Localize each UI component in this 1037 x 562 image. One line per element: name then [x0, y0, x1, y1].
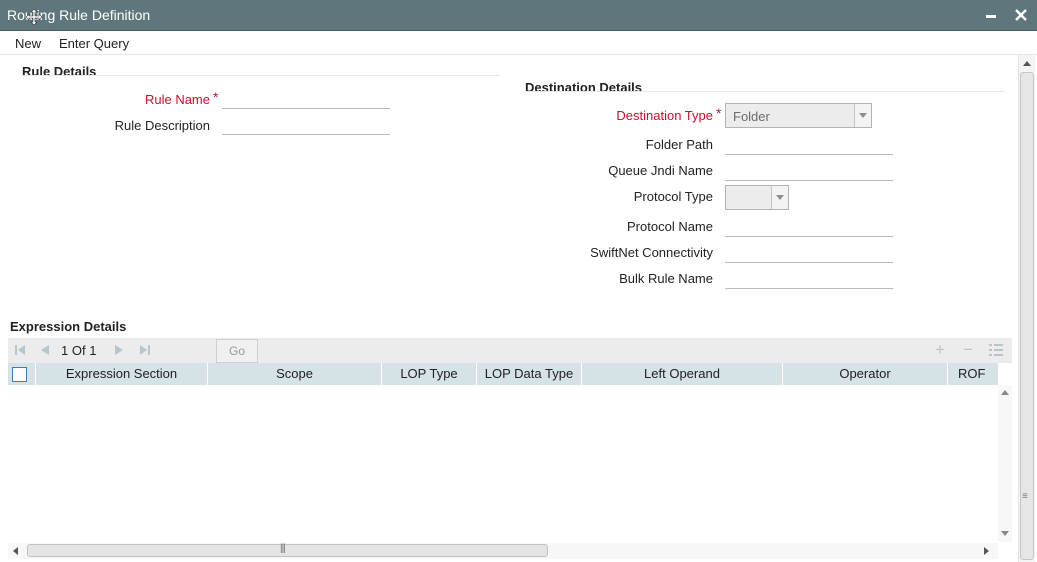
page-vertical-scrollbar[interactable]: ≡ — [1018, 55, 1035, 562]
destination-type-label: Destination Type — [616, 108, 713, 123]
new-menu-item[interactable]: New — [15, 36, 41, 51]
grid-body — [8, 385, 998, 542]
scroll-up-icon[interactable] — [1001, 389, 1009, 395]
bulk-rule-name-label: Bulk Rule Name — [619, 271, 713, 286]
column-header-rof[interactable]: ROF — [948, 363, 998, 385]
protocol-name-input[interactable] — [725, 218, 893, 237]
queue-jndi-name-input[interactable] — [725, 162, 893, 181]
folder-path-label: Folder Path — [645, 137, 713, 152]
add-row-icon[interactable]: + — [932, 341, 948, 358]
swiftnet-connectivity-label: SwiftNet Connectivity — [590, 245, 713, 260]
queue-jndi-name-label: Queue Jndi Name — [608, 163, 713, 178]
menu-bar: New Enter Query — [0, 31, 1037, 55]
rule-name-input[interactable] — [222, 90, 390, 109]
first-page-icon[interactable] — [13, 343, 27, 357]
rule-name-label: Rule Name — [144, 92, 210, 107]
go-button[interactable]: Go — [216, 339, 258, 363]
folder-path-input[interactable] — [725, 136, 893, 155]
column-header-operator[interactable]: Operator — [783, 363, 948, 385]
scroll-left-icon[interactable] — [12, 547, 18, 555]
close-icon[interactable] — [1013, 6, 1029, 24]
rule-name-required-marker: * — [213, 89, 219, 105]
scroll-grip: ≡ — [1022, 491, 1028, 502]
delete-row-icon[interactable]: − — [960, 341, 976, 358]
bulk-rule-name-input[interactable] — [725, 270, 893, 289]
scroll-right-icon[interactable] — [984, 547, 990, 555]
previous-page-icon[interactable] — [38, 343, 52, 357]
minimize-icon[interactable] — [983, 6, 999, 24]
column-header-left-operand[interactable]: Left Operand — [582, 363, 783, 385]
rule-description-label: Rule Description — [114, 118, 210, 133]
enter-query-menu-item[interactable]: Enter Query — [59, 36, 129, 51]
rule-description-input[interactable] — [222, 116, 390, 135]
current-page: 1 — [61, 343, 69, 358]
column-header-scope[interactable]: Scope — [208, 363, 382, 385]
destination-type-select[interactable]: Folder — [725, 103, 872, 128]
vertical-scroll-thumb[interactable] — [1020, 72, 1034, 560]
next-page-icon[interactable] — [112, 343, 126, 357]
horizontal-scroll-thumb[interactable] — [27, 544, 548, 557]
chevron-down-icon[interactable] — [854, 104, 871, 127]
protocol-type-select[interactable] — [725, 185, 789, 210]
chevron-down-icon[interactable] — [771, 186, 788, 209]
page-of-label: Of — [71, 343, 86, 358]
select-all-checkbox[interactable] — [12, 367, 27, 382]
last-page-icon[interactable] — [138, 343, 152, 357]
destination-details-divider — [525, 91, 1005, 92]
swiftnet-connectivity-input[interactable] — [725, 244, 893, 263]
expression-details-heading: Expression Details — [10, 319, 127, 334]
protocol-name-label: Protocol Name — [627, 219, 713, 234]
column-header-lop-data-type[interactable]: LOP Data Type — [477, 363, 582, 385]
destination-type-value: Folder — [733, 109, 770, 124]
move-icon[interactable] — [26, 9, 42, 25]
protocol-type-label: Protocol Type — [633, 189, 713, 204]
destination-details-heading: Destination Details — [525, 80, 643, 95]
column-header-lop-type[interactable]: LOP Type — [382, 363, 477, 385]
grid-header: Expression Section Scope LOP Type LOP Da… — [8, 363, 998, 385]
title-bar: Routing Rule Definition — [0, 0, 1037, 31]
rule-details-divider — [22, 75, 500, 76]
scroll-down-icon[interactable] — [1001, 531, 1009, 537]
select-all-cell — [8, 363, 36, 385]
pagination-bar: 1 Of 1 Go + − — [8, 338, 1012, 363]
page-indicator: 1 Of 1 — [61, 343, 96, 358]
grid-vertical-scrollbar[interactable] — [998, 385, 1012, 542]
rule-details-heading: Rule Details — [22, 64, 97, 79]
scroll-grip: ||| — [280, 543, 286, 554]
scroll-up-icon[interactable] — [1023, 60, 1031, 66]
total-pages: 1 — [89, 343, 97, 358]
view-list-icon[interactable] — [988, 342, 1004, 358]
grid-horizontal-scrollbar[interactable]: ||| — [8, 543, 998, 559]
column-header-expression-section[interactable]: Expression Section — [36, 363, 208, 385]
destination-type-required-marker: * — [716, 105, 722, 121]
